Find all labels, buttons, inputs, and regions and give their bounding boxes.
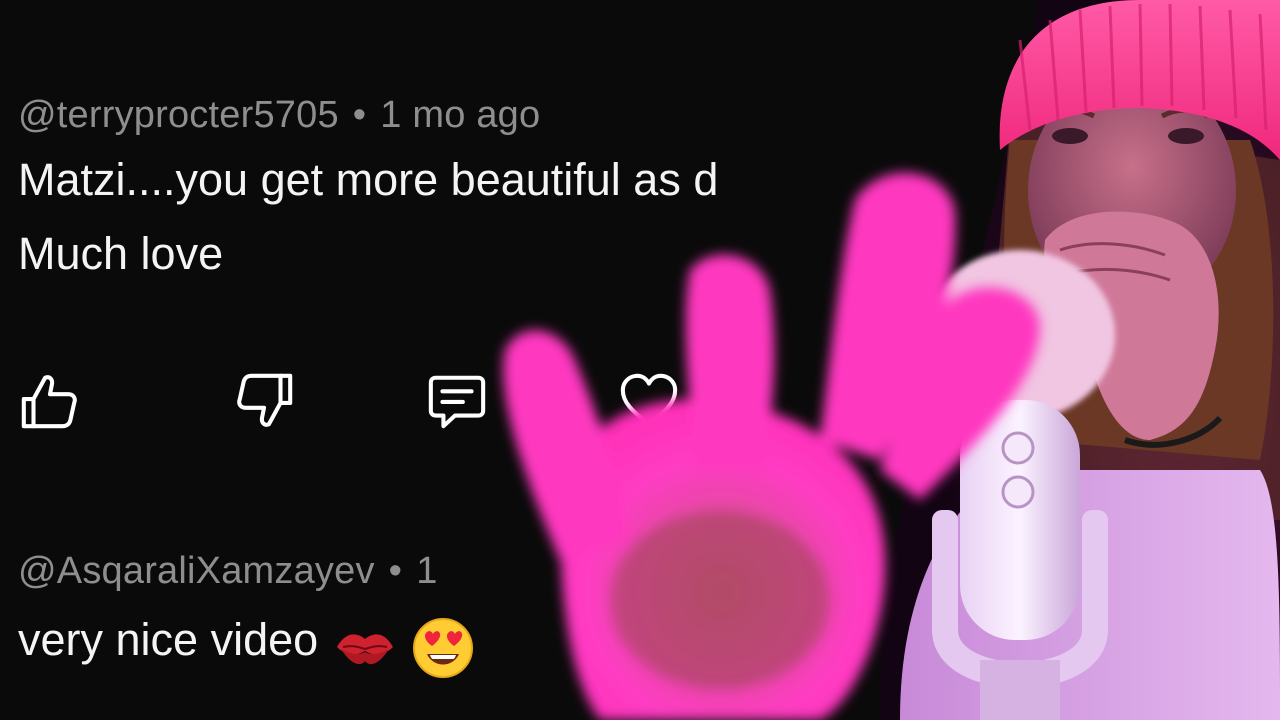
woman-figure	[900, 0, 1280, 720]
thumbnail-stage: @terryprocter5705 • 1 mo ago Matzi....you …	[0, 0, 1280, 720]
like-button[interactable]	[16, 368, 82, 434]
comment-body: very nice video	[18, 603, 475, 685]
heart-button[interactable]	[616, 368, 682, 434]
microphone	[925, 250, 1115, 720]
comment-action-bar	[16, 368, 716, 438]
comment-item: @terryprocter5705 • 1 mo ago Matzi....you …	[18, 94, 718, 291]
comment-text-line: Matzi....you get more beautiful as d	[18, 154, 719, 205]
heart-icon	[620, 373, 678, 427]
thumbs-down-icon	[237, 373, 293, 427]
kiss-lips-icon	[333, 625, 397, 676]
background-scene	[880, 0, 1280, 720]
comment-meta: @AsqaraliXamzayev • 1	[18, 550, 475, 593]
heart-eyes-emoji-icon	[411, 616, 475, 685]
comment-username[interactable]: @terryprocter5705	[18, 94, 339, 136]
meta-separator: •	[352, 94, 367, 136]
comment-username[interactable]: @AsqaraliXamzayev	[18, 550, 375, 592]
reply-button[interactable]	[424, 368, 490, 434]
comment-timestamp: 1 mo ago	[380, 94, 541, 136]
comment-icon	[428, 375, 486, 429]
thumbs-up-icon	[21, 375, 77, 429]
comment-body: Matzi....you get more beautiful as d Muc…	[18, 143, 718, 291]
meta-separator: •	[388, 550, 403, 592]
comment-meta: @terryprocter5705 • 1 mo ago	[18, 94, 718, 137]
comment-timestamp: 1	[416, 550, 438, 592]
comment-text: very nice video	[18, 614, 319, 665]
comment-item: @AsqaraliXamzayev • 1 very nice video	[18, 550, 475, 685]
dislike-button[interactable]	[232, 368, 298, 434]
comment-text-line: Much love	[18, 228, 224, 279]
